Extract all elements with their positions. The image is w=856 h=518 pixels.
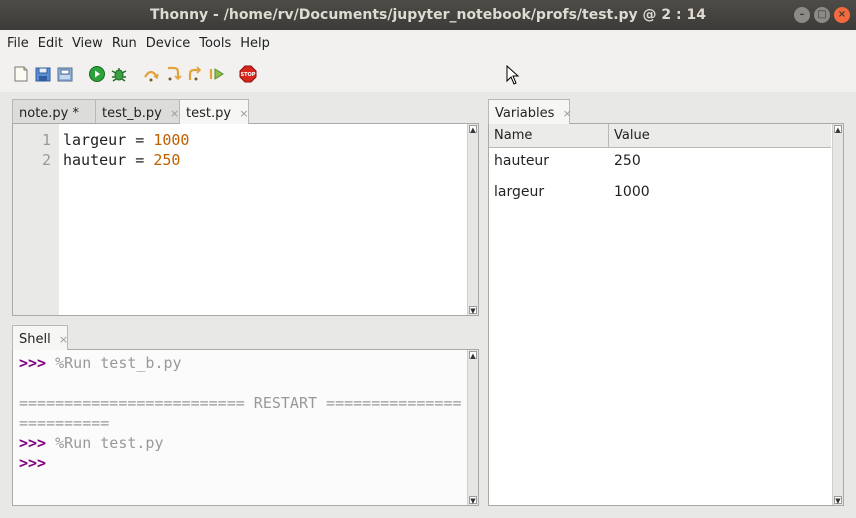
tab-close-icon[interactable]: × — [239, 107, 248, 120]
menu-run[interactable]: Run — [109, 36, 140, 51]
scroll-up-icon[interactable]: ▲ — [834, 125, 842, 134]
code-area[interactable]: largeur = 1000 hauteur = 250 — [63, 130, 189, 170]
shell-line: >>> %Run test_b.py — [19, 353, 462, 373]
variables-tabs: Variables × — [488, 99, 844, 124]
close-icon[interactable]: × — [834, 7, 850, 23]
scroll-down-icon[interactable]: ▼ — [469, 306, 477, 315]
resume-icon[interactable] — [208, 65, 226, 83]
stop-icon-label: STOP — [241, 72, 256, 78]
variables-header: Name Value — [489, 124, 831, 148]
step-out-icon[interactable] — [186, 65, 204, 83]
code-editor[interactable]: 1 2 largeur = 1000 hauteur = 250 ▲ ▼ — [12, 123, 479, 316]
editor-tabs: note.py * test_b.py × test.py × — [12, 99, 479, 124]
menu-help[interactable]: Help — [237, 36, 273, 51]
editor-scrollbar[interactable]: ▲ ▼ — [467, 124, 478, 315]
tab-note-py[interactable]: note.py * — [12, 99, 96, 123]
tab-close-icon[interactable]: × — [170, 107, 179, 120]
stop-icon[interactable]: STOP — [239, 65, 257, 83]
tab-close-icon[interactable]: × — [563, 107, 572, 120]
table-row[interactable]: hauteur 250 — [489, 153, 641, 169]
scroll-down-icon[interactable]: ▼ — [469, 496, 477, 505]
menu-file[interactable]: File — [4, 36, 32, 51]
mouse-pointer-icon — [506, 65, 520, 85]
shell-tabs: Shell × — [12, 325, 479, 350]
tab-label: Variables — [495, 106, 555, 121]
number-literal: 250 — [153, 151, 181, 169]
tab-label: note.py * — [19, 106, 79, 121]
menu-edit[interactable]: Edit — [35, 36, 66, 51]
scroll-up-icon[interactable]: ▲ — [469, 351, 477, 360]
menu-tools[interactable]: Tools — [196, 36, 234, 51]
shell-line: >>> — [19, 453, 462, 473]
shell-line: >>> %Run test.py — [19, 433, 462, 453]
window-controls: – □ × — [794, 7, 850, 23]
column-header-value[interactable]: Value — [609, 124, 831, 148]
menu-view[interactable]: View — [69, 36, 106, 51]
shell-text: %Run test.py — [46, 434, 164, 452]
menu-bar: File Edit View Run Device Tools Help — [0, 30, 856, 56]
shell-line: ========== — [19, 413, 462, 433]
step-into-icon[interactable] — [164, 65, 182, 83]
shell-text: %Run test_b.py — [46, 354, 182, 372]
window-title: Thonny - /home/rv/Documents/jupyter_note… — [149, 7, 707, 23]
variable-value-cell: 250 — [614, 153, 641, 169]
scroll-down-icon[interactable]: ▼ — [834, 496, 842, 505]
save-file-icon[interactable] — [56, 65, 74, 83]
variable-name: largeur — [63, 131, 127, 149]
new-file-icon[interactable] — [12, 65, 30, 83]
tab-test-py[interactable]: test.py × — [179, 99, 249, 124]
debug-icon[interactable] — [110, 65, 128, 83]
menu-device[interactable]: Device — [143, 36, 193, 51]
shell-scrollbar[interactable]: ▲ ▼ — [467, 350, 478, 505]
tab-label: Shell — [19, 332, 51, 347]
variable-name: hauteur — [63, 151, 127, 169]
line-number-gutter: 1 2 — [13, 124, 59, 315]
tab-test-b-py[interactable]: test_b.py × — [95, 99, 180, 123]
number-literal: 1000 — [153, 131, 190, 149]
shell-console[interactable]: >>> %Run test_b.py =====================… — [12, 349, 479, 506]
run-icon[interactable] — [88, 65, 106, 83]
shell-prompt: >>> — [19, 354, 47, 372]
maximize-icon[interactable]: □ — [814, 7, 830, 23]
code-line: hauteur = 250 — [63, 150, 189, 170]
open-file-icon[interactable] — [34, 65, 52, 83]
table-row[interactable]: largeur 1000 — [489, 184, 650, 200]
column-header-name[interactable]: Name — [489, 124, 609, 148]
shell-line: ========================= RESTART ======… — [19, 393, 462, 413]
code-line: largeur = 1000 — [63, 130, 189, 150]
tab-shell[interactable]: Shell × — [12, 325, 68, 350]
variable-value-cell: 1000 — [614, 184, 650, 200]
shell-prompt: >>> — [19, 434, 47, 452]
shell-output[interactable]: >>> %Run test_b.py =====================… — [19, 353, 462, 473]
variables-scrollbar[interactable]: ▲ ▼ — [832, 124, 843, 505]
line-number: 2 — [41, 151, 51, 169]
variable-name-cell: largeur — [494, 184, 545, 200]
toolbar: STOP — [0, 56, 856, 92]
line-number: 1 — [41, 131, 51, 149]
tab-label: test_b.py — [102, 106, 162, 121]
operator: = — [126, 151, 154, 169]
variable-name-cell: hauteur — [494, 153, 550, 169]
variables-panel: Name Value hauteur 250 largeur 1000 ▲ ▼ — [488, 123, 844, 506]
shell-prompt: >>> — [19, 454, 47, 472]
shell-text: ========== — [19, 414, 110, 432]
minimize-icon[interactable]: – — [794, 7, 810, 23]
tab-variables[interactable]: Variables × — [488, 99, 572, 124]
shell-text: ========================= RESTART ======… — [19, 394, 462, 412]
operator: = — [126, 131, 154, 149]
tab-close-icon[interactable]: × — [59, 333, 68, 346]
title-bar: Thonny - /home/rv/Documents/jupyter_note… — [0, 0, 856, 30]
scroll-up-icon[interactable]: ▲ — [469, 125, 477, 134]
tab-label: test.py — [186, 106, 232, 121]
step-over-icon[interactable] — [142, 65, 160, 83]
